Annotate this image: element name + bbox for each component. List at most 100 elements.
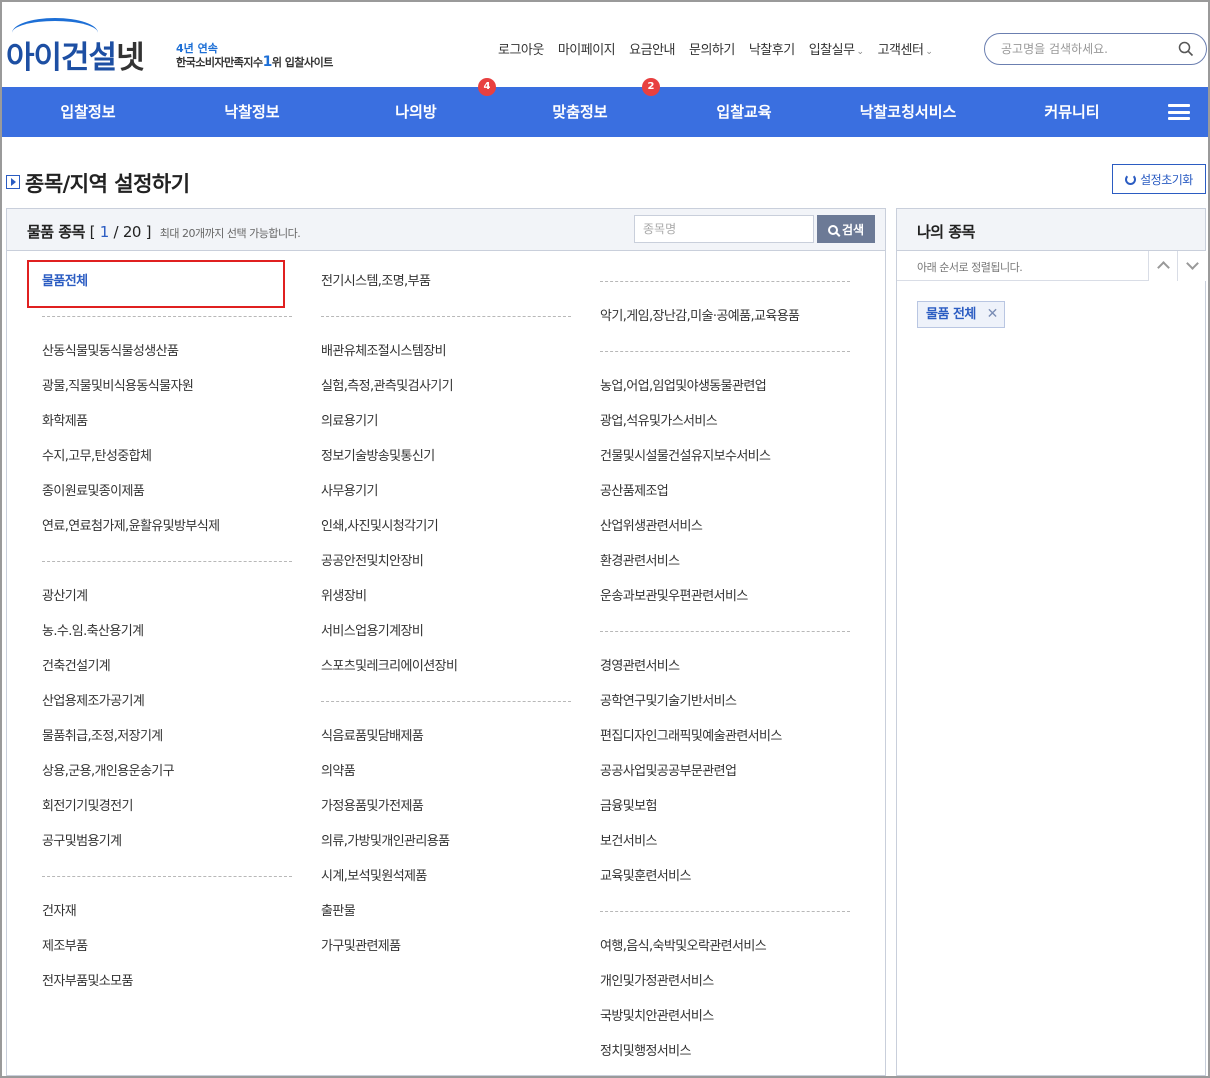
category-item[interactable]: 광물,직물및비식용동식물자원 (42, 369, 292, 404)
category-item[interactable]: 보건서비스 (600, 824, 850, 859)
category-item[interactable]: 인쇄,사진및시청각기기 (321, 509, 571, 544)
category-item[interactable]: 공공안전및치안장비 (321, 544, 571, 579)
category-item[interactable]: 건자재 (42, 894, 292, 929)
category-item[interactable]: 실험,측정,관측및검사기기 (321, 369, 571, 404)
selection-limit-note: 최대 20개까지 선택 가능합니다. (159, 227, 301, 240)
reset-settings-button[interactable]: 설정초기화 (1112, 164, 1206, 194)
category-divider (321, 299, 571, 334)
nav-community[interactable]: 커뮤니티 (990, 87, 1154, 137)
topnav-reviews[interactable]: 낙찰후기 (749, 39, 795, 58)
category-item[interactable]: 제조부품 (42, 929, 292, 964)
category-item[interactable]: 공공사업및공공부문관련업 (600, 754, 850, 789)
category-item[interactable]: 물품전체 (42, 264, 292, 299)
category-item[interactable]: 사무용기기 (321, 474, 571, 509)
item-search-button[interactable]: 검색 (817, 215, 875, 243)
category-item[interactable]: 광업,석유및가스서비스 (600, 404, 850, 439)
category-item[interactable]: 배관유체조절시스템장비 (321, 334, 571, 369)
my-item-chip[interactable]: 물품 전체 ✕ (917, 301, 1005, 328)
category-item[interactable]: 회전기기및경전기 (42, 789, 292, 824)
nav-my-room[interactable]: 나의방 (334, 87, 498, 137)
nav-custom-info[interactable]: 맞춤정보 (498, 87, 662, 137)
search-icon[interactable] (1178, 41, 1194, 57)
category-item[interactable]: 정보기술방송및통신기 (321, 439, 571, 474)
category-item[interactable]: 교육및훈련서비스 (600, 859, 850, 894)
category-item[interactable]: 스포츠및레크리에이션장비 (321, 649, 571, 684)
hamburger-icon[interactable] (1168, 104, 1190, 120)
topnav-inquiry[interactable]: 문의하기 (689, 39, 735, 58)
category-item[interactable]: 전기시스템,조명,부품 (321, 264, 571, 299)
category-column-3: 악기,게임,장난감,미술·공예품,교육용품농업,어업,임업및야생동물관련업 광업,… (600, 264, 850, 1069)
my-items-header: 나의 종목 (897, 209, 1205, 251)
main-nav: 입찰정보 낙찰정보 나의방 맞춤정보 입찰교육 낙찰코칭서비스 커뮤니티 4 2 (2, 78, 1208, 137)
selected-count: 1 (99, 223, 110, 241)
category-item[interactable]: 산업위생관련서비스 (600, 509, 850, 544)
nav-bid-info[interactable]: 입찰정보 (6, 87, 170, 137)
category-divider (42, 544, 292, 579)
category-item[interactable]: 개인및가정관련서비스 (600, 964, 850, 999)
category-item[interactable]: 국방및치안관련서비스 (600, 999, 850, 1034)
category-item[interactable]: 종이원료및종이제품 (42, 474, 292, 509)
chevron-down-icon[interactable] (1177, 251, 1206, 281)
category-item[interactable]: 악기,게임,장난감,미술·공예품,교육용품 (600, 299, 850, 334)
category-item[interactable]: 금융및보험 (600, 789, 850, 824)
topnav-customer-center[interactable]: 고객센터 ⌄ (878, 39, 933, 58)
category-item[interactable]: 가정용품및가전제품 (321, 789, 571, 824)
sort-order-note: 아래 순서로 정렬됩니다. (917, 261, 1023, 274)
category-item[interactable]: 여행,음식,숙박및오락관련서비스 (600, 929, 850, 964)
category-item[interactable]: 농업,어업,임업및야생동물관련업 (600, 369, 850, 404)
topnav-pricing[interactable]: 요금안내 (629, 39, 675, 58)
category-divider (321, 684, 571, 719)
category-item[interactable]: 산업용제조가공기계 (42, 684, 292, 719)
category-column-1: 물품전체산동식물및동식물성생산품 광물,직물및비식용동식물자원 화학제품 수지,고무,… (42, 264, 292, 999)
category-item[interactable]: 운송과보관및우편관련서비스 (600, 579, 850, 614)
nav-award-info[interactable]: 낙찰정보 (170, 87, 334, 137)
my-items-panel: 나의 종목 아래 순서로 정렬됩니다. 물품 전체 ✕ (896, 208, 1206, 1076)
category-item[interactable]: 환경관련서비스 (600, 544, 850, 579)
topnav-bid-practice[interactable]: 입찰실무 ⌄ (809, 39, 864, 58)
category-item[interactable]: 농.수.임.축산용기계 (42, 614, 292, 649)
category-item[interactable]: 서비스업용기계장비 (321, 614, 571, 649)
category-item[interactable]: 물품취급,조정,저장기계 (42, 719, 292, 754)
topnav-mypage[interactable]: 마이페이지 (558, 39, 616, 58)
category-item[interactable]: 연료,연료첨가제,윤활유및방부식제 (42, 509, 292, 544)
category-item[interactable]: 편집디자인그래픽및예술관련서비스 (600, 719, 850, 754)
category-item[interactable]: 건물및시설물건설유지보수서비스 (600, 439, 850, 474)
category-item[interactable]: 경영관련서비스 (600, 649, 850, 684)
category-item[interactable]: 화학제품 (42, 404, 292, 439)
category-item[interactable]: 공구및범용기계 (42, 824, 292, 859)
category-item[interactable]: 수지,고무,탄성중합체 (42, 439, 292, 474)
category-item[interactable]: 건축건설기계 (42, 649, 292, 684)
reset-icon (1125, 173, 1137, 185)
site-logo[interactable]: 아이건설넷 4년 연속 한국소비자만족지수1위 입찰사이트 (6, 16, 351, 76)
category-item[interactable]: 식음료품및담배제품 (321, 719, 571, 754)
item-name-search-input[interactable] (634, 215, 814, 243)
category-item[interactable]: 공학연구및기술기반서비스 (600, 684, 850, 719)
badge-custom-info: 2 (642, 78, 660, 96)
category-item[interactable]: 위생장비 (321, 579, 571, 614)
category-item[interactable]: 상용,군용,개인용운송기구 (42, 754, 292, 789)
category-item[interactable]: 광산기계 (42, 579, 292, 614)
category-item[interactable]: 가구및관련제품 (321, 929, 571, 964)
category-item[interactable]: 의약품 (321, 754, 571, 789)
item-panel-title: 물품 종목 [ 1 / 20 ] 최대 20개까지 선택 가능합니다. (27, 223, 301, 241)
page-title: 종목/지역 설정하기 (25, 172, 190, 196)
category-item[interactable]: 의류,가방및개인관리용품 (321, 824, 571, 859)
notice-search-input[interactable] (1001, 40, 1171, 58)
category-item[interactable]: 시계,보석및원석제품 (321, 859, 571, 894)
nav-bid-education[interactable]: 입찰교육 (662, 87, 826, 137)
chevron-up-icon[interactable] (1148, 251, 1177, 281)
nav-coaching[interactable]: 낙찰코칭서비스 (826, 87, 990, 137)
close-icon[interactable]: ✕ (987, 302, 999, 327)
logo-tagline-2: 한국소비자만족지수1위 입찰사이트 (176, 54, 333, 70)
category-item[interactable]: 출판물 (321, 894, 571, 929)
category-item[interactable]: 정치및행정서비스 (600, 1034, 850, 1069)
category-item[interactable]: 공산품제조업 (600, 474, 850, 509)
max-count: 20 (122, 223, 142, 241)
category-item[interactable]: 의료용기기 (321, 404, 571, 439)
category-item[interactable]: 전자부품및소모품 (42, 964, 292, 999)
category-divider (600, 264, 850, 299)
category-divider (42, 299, 292, 334)
category-column-2: 전기시스템,조명,부품배관유체조절시스템장비 실험,측정,관측및검사기기 의료용기기… (321, 264, 571, 964)
category-item[interactable]: 산동식물및동식물성생산품 (42, 334, 292, 369)
topnav-logout[interactable]: 로그아웃 (498, 39, 544, 58)
